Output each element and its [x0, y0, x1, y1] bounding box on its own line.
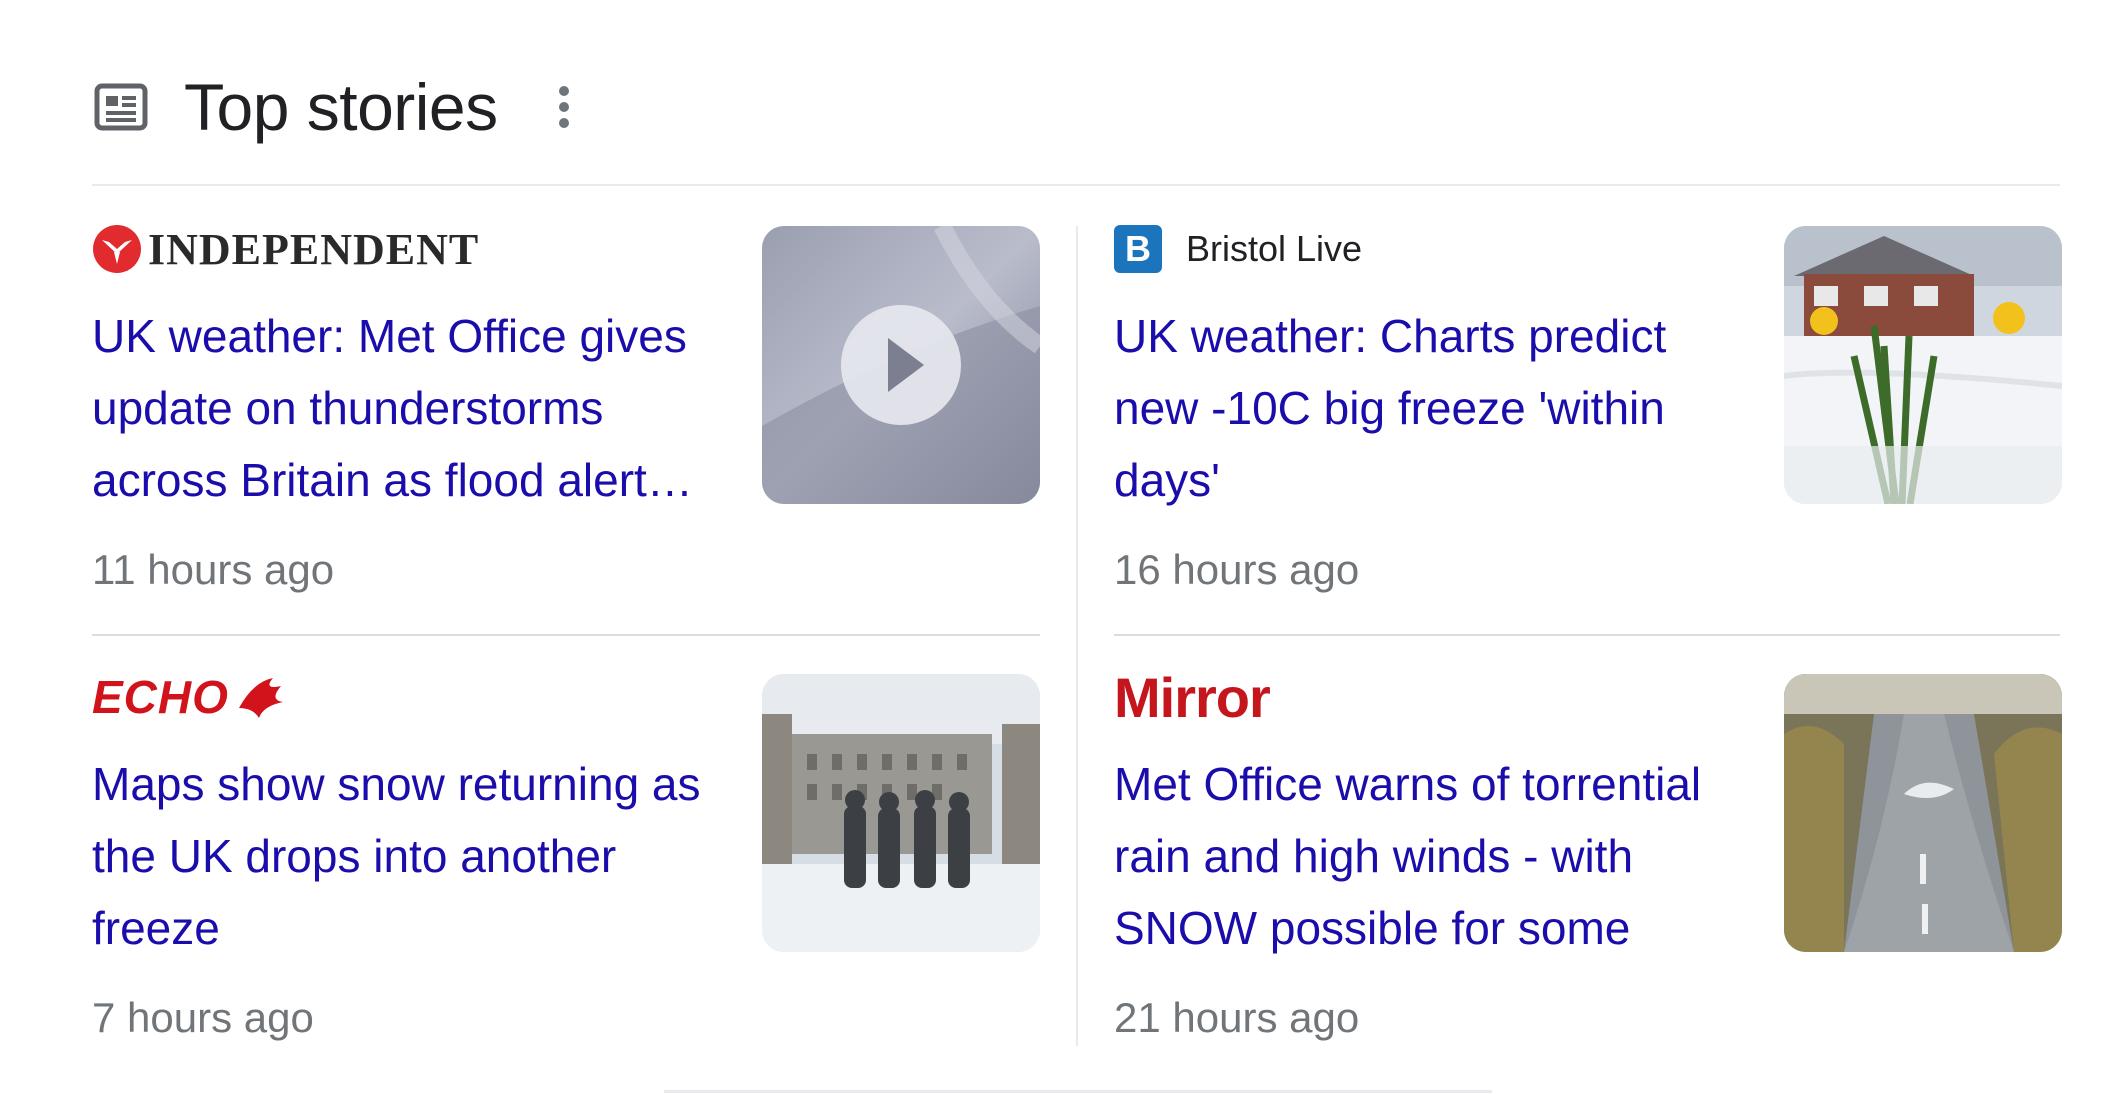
source-logo-mirror: Mirror [1114, 666, 1271, 729]
story-thumbnail[interactable] [1784, 226, 2062, 504]
story-thumbnail[interactable] [762, 226, 1040, 504]
story-headline[interactable]: Met Office warns of torrential rain and … [1114, 748, 1754, 964]
source-logo-bristol-live: B Bristol Live [1114, 225, 1363, 273]
news-icon [92, 78, 150, 136]
story-headline[interactable]: Maps show snow returning as the UK drops… [92, 748, 732, 964]
column-divider [1076, 226, 1078, 1046]
row-divider-right [1114, 634, 2060, 636]
story-time: 16 hours ago [1114, 546, 1360, 593]
source-name: INDEPENDENT [148, 224, 480, 274]
story-thumbnail[interactable] [1784, 674, 2062, 952]
story-time: 7 hours ago [92, 994, 314, 1041]
source-name: Bristol Live [1186, 228, 1363, 269]
story-card[interactable]: ECHO Maps show snow returning as the UK … [92, 671, 1040, 1074]
story-card[interactable]: B Bristol Live UK weather: Charts predic… [1114, 225, 2062, 626]
more-vert-icon[interactable] [554, 82, 574, 132]
bottom-divider [664, 1090, 1492, 1093]
top-stories-header: Top stories [92, 62, 574, 152]
source-name: Mirror [1114, 665, 1271, 729]
eagle-logo-icon [93, 225, 141, 273]
story-card[interactable]: INDEPENDENT UK weather: Met Office gives… [92, 224, 1040, 626]
row-divider-left [92, 634, 1040, 636]
source-logo-echo: ECHO [92, 671, 287, 723]
source-logo-independent: INDEPENDENT [92, 224, 480, 274]
page-title: Top stories [184, 70, 498, 144]
story-time: 11 hours ago [92, 546, 335, 593]
story-headline[interactable]: UK weather: Charts predict new -10C big … [1114, 300, 1754, 516]
story-time: 21 hours ago [1114, 994, 1360, 1041]
source-name: ECHO [92, 671, 229, 723]
story-card[interactable]: Mirror Met Office warns of torrential ra… [1114, 666, 2062, 1074]
header-divider [92, 184, 2060, 186]
liver-bird-icon [238, 678, 283, 718]
bristol-live-badge-icon: B [1114, 225, 1162, 273]
story-headline[interactable]: UK weather: Met Office gives update on t… [92, 300, 732, 516]
story-thumbnail[interactable] [762, 674, 1040, 952]
